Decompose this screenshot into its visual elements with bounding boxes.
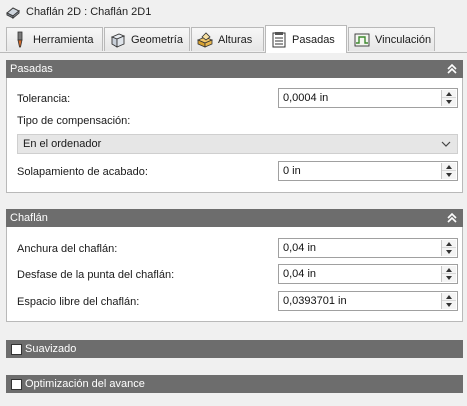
arrow-down-icon xyxy=(446,276,452,280)
solapamiento-input[interactable]: 0 in xyxy=(278,161,458,181)
espacio-label: Espacio libre del chaflán: xyxy=(17,296,140,308)
arrow-down-icon xyxy=(446,173,452,177)
collapse-icon[interactable] xyxy=(446,63,458,75)
suavizado-checkbox[interactable] xyxy=(11,343,22,355)
section-header-chaflan[interactable]: Chaflán xyxy=(6,209,463,227)
suavizado-label: Suavizado xyxy=(25,343,77,355)
passes-icon xyxy=(270,31,288,49)
arrow-up-icon xyxy=(446,241,452,246)
decrement-button[interactable] xyxy=(442,301,456,309)
anchura-spinner xyxy=(441,240,456,256)
compensacion-label: Tipo de compensación: xyxy=(17,115,131,127)
espacio-value: 0,0393701 in xyxy=(283,295,347,307)
espacio-spinner xyxy=(441,293,456,309)
suavizado-header[interactable]: Suavizado xyxy=(6,340,463,358)
tolerancia-input[interactable]: 0,0004 in xyxy=(278,88,458,108)
tolerancia-value: 0,0004 in xyxy=(283,92,329,104)
tolerancia-spinner xyxy=(441,90,456,106)
increment-button[interactable] xyxy=(442,163,456,171)
section-body-pasadas: Tolerancia: 0,0004 in Tipo de compensaci… xyxy=(6,78,463,193)
arrow-up-icon xyxy=(446,91,452,96)
tab-label: Geometría xyxy=(131,33,183,46)
decrement-button[interactable] xyxy=(442,248,456,256)
optimizacion-header[interactable]: Optimización del avance xyxy=(6,375,463,393)
desfase-value: 0,04 in xyxy=(283,268,317,280)
section-header-pasadas[interactable]: Pasadas xyxy=(6,60,463,78)
collapse-icon[interactable] xyxy=(446,212,458,224)
arrow-up-icon xyxy=(446,267,452,272)
chevron-down-icon xyxy=(441,139,451,149)
tab-geometria[interactable]: Geometría xyxy=(104,27,190,51)
tab-label: Alturas xyxy=(218,33,253,46)
tab-herramienta[interactable]: Herramienta xyxy=(6,27,103,51)
section-body-chaflan: Anchura del chaflán: 0,04 in Desfase de … xyxy=(6,227,463,322)
window-title: Chaflán 2D : Chaflán 2D1 xyxy=(26,6,152,18)
increment-button[interactable] xyxy=(442,90,456,98)
espacio-input[interactable]: 0,0393701 in xyxy=(278,291,458,311)
increment-button[interactable] xyxy=(442,293,456,301)
desfase-label: Desfase de la punta del chaflán: xyxy=(17,269,175,281)
solapamiento-spinner xyxy=(441,163,456,179)
arrow-up-icon xyxy=(446,164,452,169)
section-title: Chaflán xyxy=(10,212,48,224)
increment-button[interactable] xyxy=(442,240,456,248)
desfase-input[interactable]: 0,04 in xyxy=(278,264,458,284)
anchura-input[interactable]: 0,04 in xyxy=(278,238,458,258)
tab-alturas[interactable]: Alturas xyxy=(191,27,264,51)
tolerancia-label: Tolerancia: xyxy=(17,93,71,105)
solapamiento-value: 0 in xyxy=(283,165,301,177)
geometry-icon xyxy=(109,31,127,49)
anchura-label: Anchura del chaflán: xyxy=(17,243,118,255)
chamfer-2d-icon xyxy=(5,4,21,20)
optimizacion-label: Optimización del avance xyxy=(25,378,145,390)
solapamiento-label: Solapamiento de acabado: xyxy=(17,166,148,178)
arrow-down-icon xyxy=(446,303,452,307)
tab-label: Vinculación xyxy=(375,33,432,46)
tab-bar: Herramienta Geometría Alturas Pasadas Vi… xyxy=(0,25,467,53)
linking-icon xyxy=(353,31,371,49)
tab-label: Herramienta xyxy=(33,33,94,46)
arrow-down-icon xyxy=(446,100,452,104)
tab-pasadas[interactable]: Pasadas xyxy=(265,25,347,53)
tab-label: Pasadas xyxy=(292,33,335,46)
increment-button[interactable] xyxy=(442,266,456,274)
decrement-button[interactable] xyxy=(442,274,456,282)
compensacion-value: En el ordenador xyxy=(23,138,102,150)
desfase-spinner xyxy=(441,266,456,282)
arrow-down-icon xyxy=(446,250,452,254)
heights-icon xyxy=(196,31,214,49)
decrement-button[interactable] xyxy=(442,171,456,179)
compensacion-select[interactable]: En el ordenador xyxy=(17,134,458,154)
arrow-up-icon xyxy=(446,294,452,299)
optimizacion-checkbox[interactable] xyxy=(11,378,22,390)
section-title: Pasadas xyxy=(10,63,53,75)
anchura-value: 0,04 in xyxy=(283,242,317,254)
tab-vinculacion[interactable]: Vinculación xyxy=(348,27,435,51)
window-titlebar: Chaflán 2D : Chaflán 2D1 xyxy=(0,0,467,24)
tool-icon xyxy=(11,31,29,49)
decrement-button[interactable] xyxy=(442,98,456,106)
